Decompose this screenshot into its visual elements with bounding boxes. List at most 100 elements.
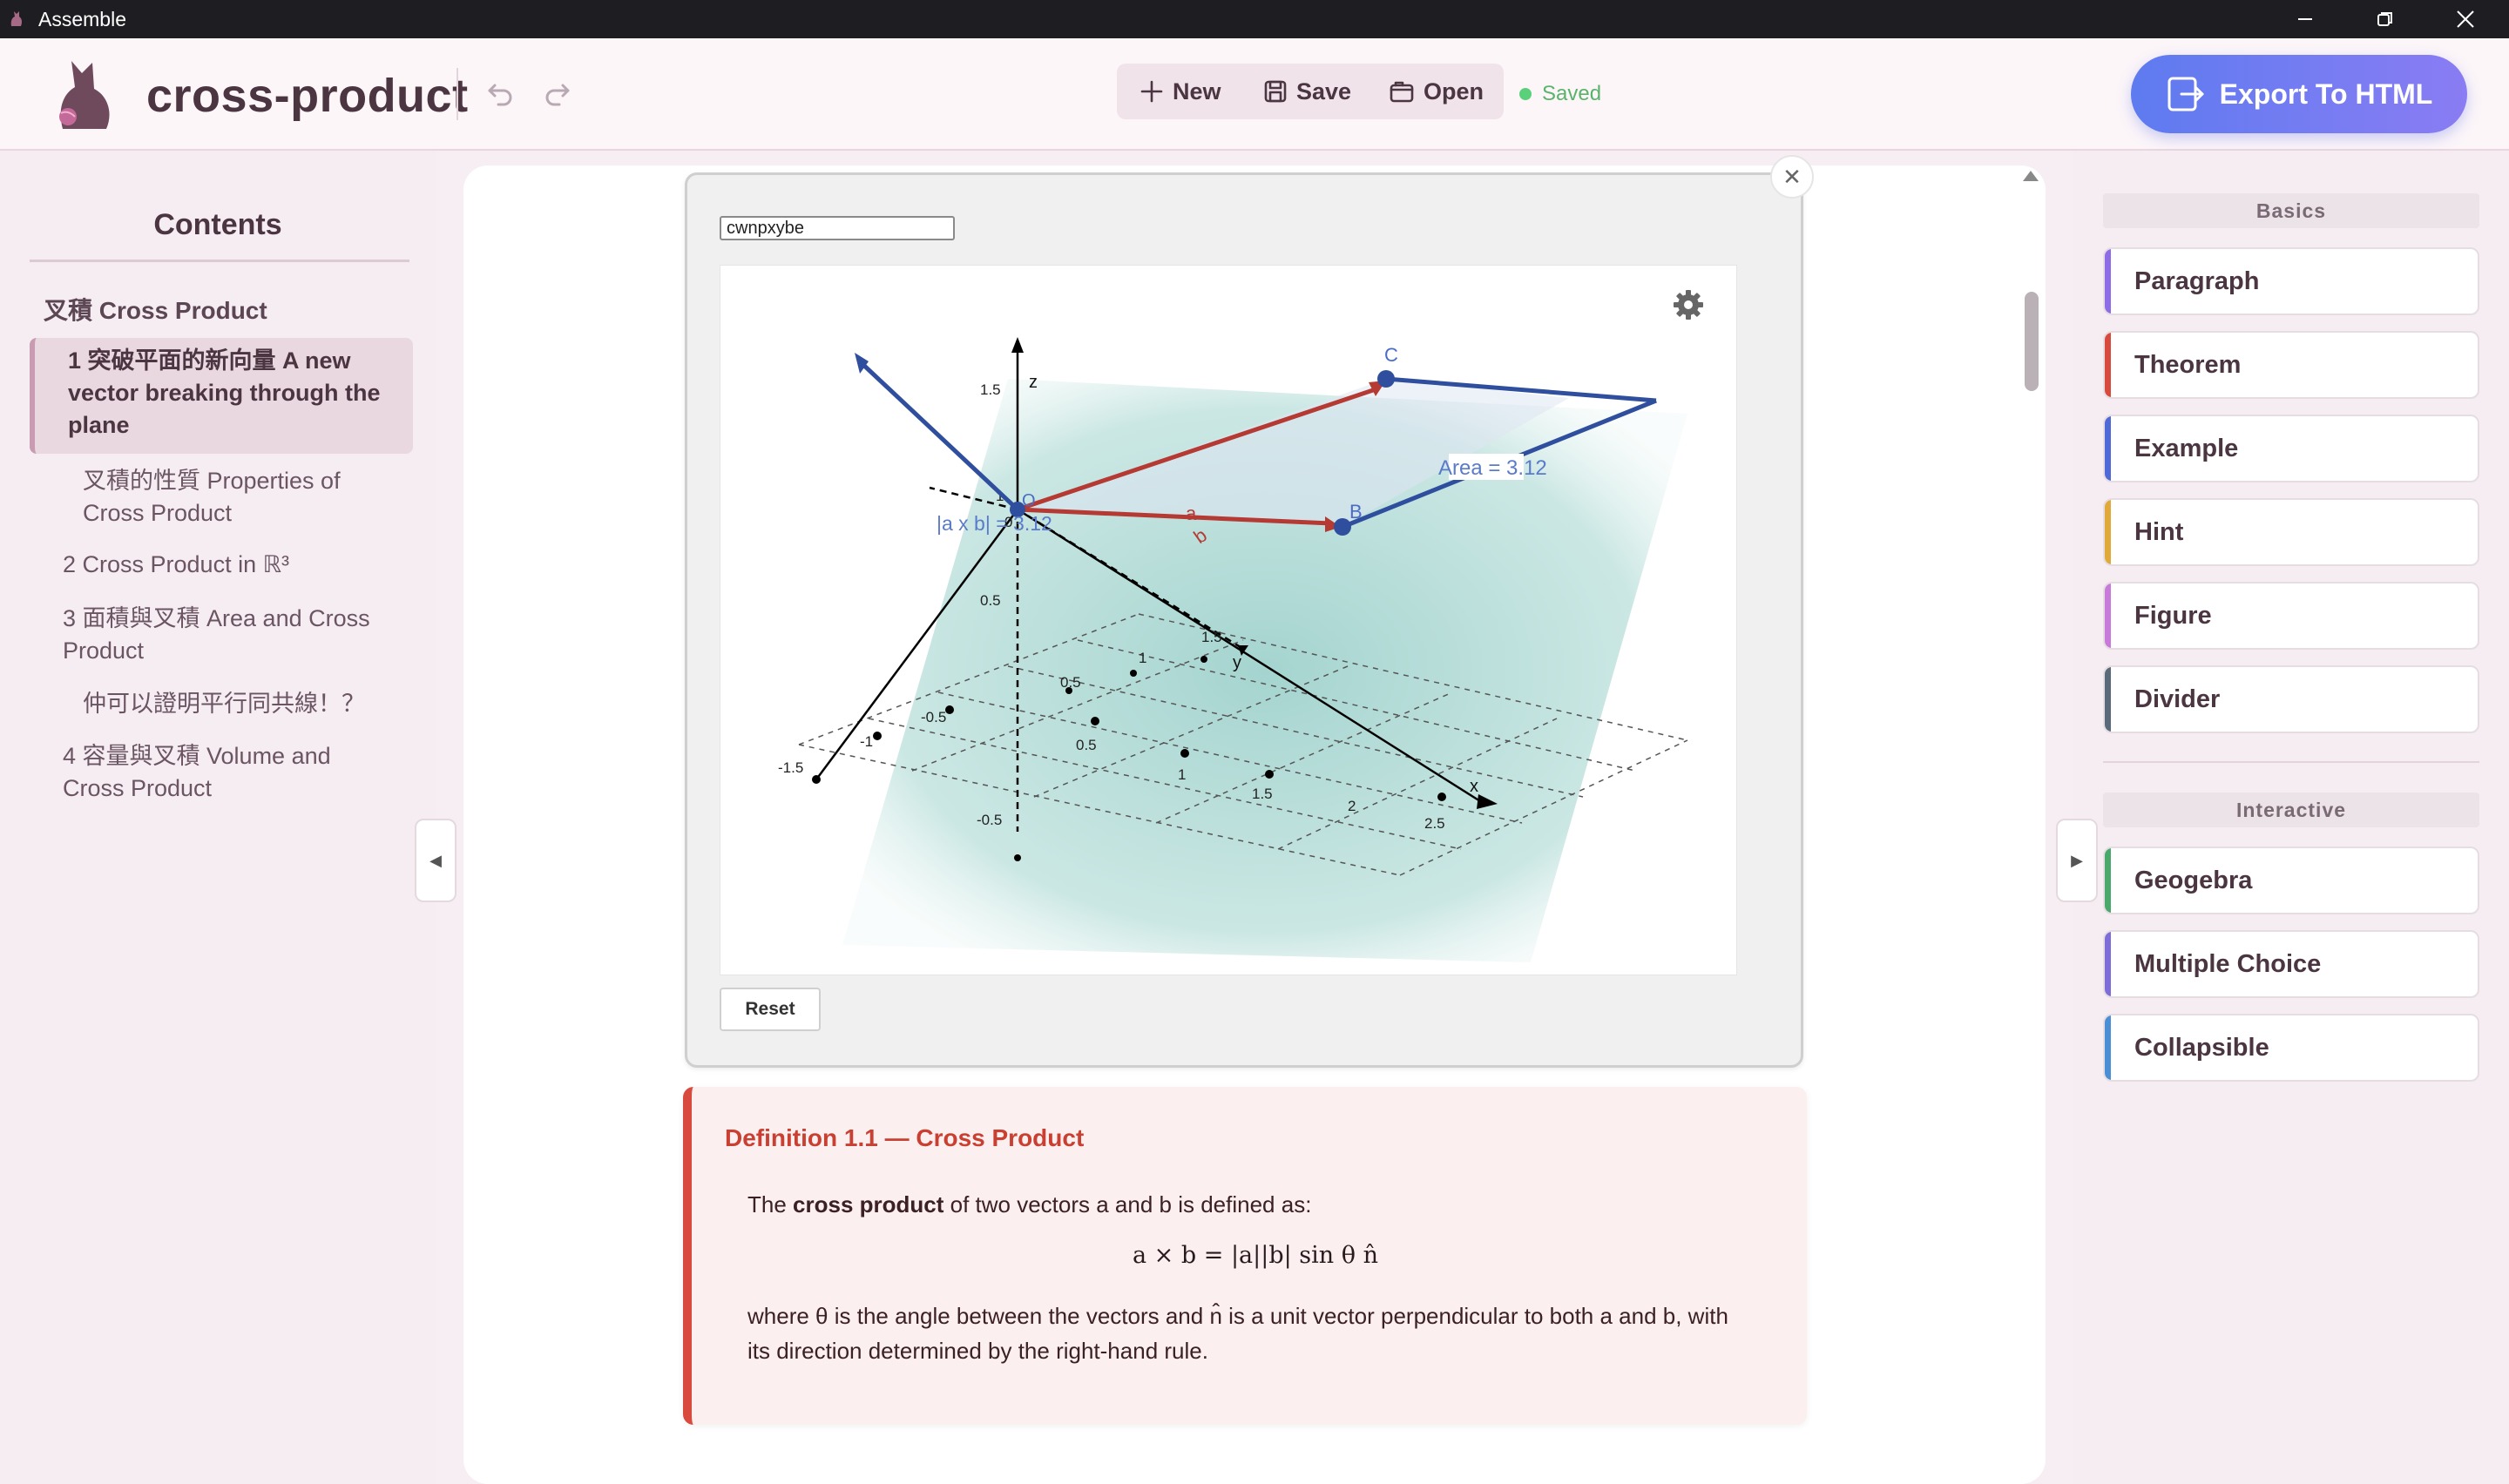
tick-z-1-5: 1.5 [980, 381, 1001, 398]
minimize-button[interactable] [2265, 0, 2345, 38]
hint-label: Hint [2134, 517, 2184, 546]
status-dot-icon [1519, 88, 1532, 100]
scrollbar-thumb[interactable] [2025, 292, 2039, 391]
save-button[interactable]: Save [1263, 64, 1351, 119]
export-label: Export To HTML [2219, 78, 2433, 110]
multiple-choice-label: Multiple Choice [2134, 949, 2322, 978]
add-figure-button[interactable]: Figure [2103, 582, 2479, 650]
restore-icon [2377, 12, 2392, 26]
point-b[interactable] [1334, 518, 1351, 536]
collapsible-label: Collapsible [2134, 1033, 2269, 1062]
app-title: Assemble [38, 8, 126, 30]
add-divider-button[interactable]: Divider [2103, 665, 2479, 733]
cat-logo-icon [59, 61, 110, 129]
open-button[interactable]: Open [1389, 64, 1484, 119]
toc-item-collinear[interactable]: 仲可以證明平行同共線！？ [83, 688, 365, 720]
save-status-label: Saved [1542, 82, 1602, 105]
figure-accent [2105, 583, 2111, 648]
add-example-button[interactable]: Example [2103, 415, 2479, 482]
add-collapsible-button[interactable]: Collapsible [2103, 1014, 2479, 1082]
paragraph-accent [2105, 249, 2111, 314]
plus-icon [1140, 80, 1163, 103]
remove-block-button[interactable]: ✕ [1770, 155, 1814, 199]
app-logo-icon [10, 11, 23, 26]
title-bar: Assemble [0, 0, 2509, 38]
header-separator [456, 68, 458, 120]
add-geogebra-button[interactable]: Geogebra [2103, 847, 2479, 914]
contents-divider [30, 260, 409, 262]
hint-accent [2105, 500, 2111, 564]
area-label: Area = 3.12 [1438, 456, 1547, 480]
minimize-icon [2298, 18, 2312, 20]
3d-plot-svg: z y x 1.5 1 0.5 0 -0.5 -1.5 -1 -0.5 0.5 … [778, 337, 1688, 962]
undo-button[interactable] [481, 75, 519, 113]
caret-right-icon: ▶ [2071, 851, 2083, 869]
open-label: Open [1424, 78, 1484, 105]
interactive-section-label: Interactive [2103, 793, 2479, 827]
reset-button[interactable]: Reset [720, 988, 821, 1031]
add-paragraph-button[interactable]: Paragraph [2103, 247, 2479, 315]
example-accent [2105, 416, 2111, 481]
tick-x-1: 1 [1178, 766, 1186, 783]
new-button[interactable]: New [1140, 64, 1221, 119]
add-theorem-button[interactable]: Theorem [2103, 331, 2479, 399]
new-label: New [1173, 78, 1221, 105]
tick-x-neg-1-5: -1.5 [778, 759, 803, 776]
scroll-up-arrow-icon[interactable] [2023, 171, 2039, 181]
folder-open-icon [1390, 81, 1414, 103]
tick-y-1-5: 1.5 [1201, 629, 1222, 645]
toc-item-section-2[interactable]: 2 Cross Product in ℝ³ [63, 549, 289, 581]
toc-item-section-4[interactable]: 4 容量與叉積 Volume and Cross Product [63, 740, 394, 805]
point-b-label: B [1349, 501, 1363, 523]
toc-item-section-3[interactable]: 3 面積與叉積 Area and Cross Product [63, 603, 394, 667]
definition-intro-bold: cross product [793, 1191, 944, 1218]
tick-y-1: 1 [1139, 650, 1146, 666]
app-header: cross-product New Save Open Saved Export… [0, 38, 2509, 151]
tick-z-0-5: 0.5 [980, 592, 1001, 609]
redo-button[interactable] [538, 75, 577, 113]
save-status: Saved [1519, 82, 1601, 106]
save-icon [1264, 80, 1287, 103]
document-title[interactable]: cross-product [146, 69, 469, 123]
tick-y-0-5: 0.5 [1060, 674, 1081, 691]
toc-item-chapter[interactable]: 叉積 Cross Product [44, 294, 267, 327]
collapsible-accent [2105, 1015, 2111, 1080]
theorem-label: Theorem [2134, 350, 2242, 379]
close-window-button[interactable] [2425, 0, 2506, 38]
geogebra-3d-graph[interactable]: z y x 1.5 1 0.5 0 -0.5 -1.5 -1 -0.5 0.5 … [720, 265, 1737, 975]
definition-explanation-2: its direction determined by the right-ha… [747, 1338, 1208, 1364]
toc-item-section-1[interactable]: 1 突破平面的新向量 A new vector breaking through… [68, 345, 399, 442]
z-axis-label: z [1029, 373, 1038, 392]
geogebra-id-input[interactable] [720, 216, 955, 240]
tick-x-1-5: 1.5 [1252, 786, 1273, 802]
file-toolbar: New Save Open [1117, 64, 1504, 119]
divider-label: Divider [2134, 685, 2221, 713]
cross-product-equation: a × b = |a||b| sin θ n̂ [1133, 1242, 1378, 1269]
point-c-label: C [1384, 344, 1398, 366]
geogebra-accent [2105, 848, 2111, 913]
tick-x-neg-1: -1 [860, 733, 873, 750]
export-icon [2167, 77, 2204, 111]
restore-button[interactable] [2345, 0, 2425, 38]
paragraph-label: Paragraph [2134, 266, 2260, 295]
collapse-blocks-panel-button[interactable]: ▶ [2056, 819, 2098, 902]
redo-icon [545, 84, 570, 106]
definition-title: Definition 1.1 — Cross Product [725, 1124, 1085, 1151]
y-axis-label: y [1233, 653, 1241, 672]
collapse-sidebar-button[interactable]: ◀ [415, 819, 456, 902]
toc-item-properties[interactable]: 叉積的性質 Properties of Cross Product [83, 465, 379, 530]
definition-intro-post: of two vectors a and b is defined as: [943, 1191, 1312, 1218]
definition-intro: The cross product of two vectors a and b… [747, 1191, 1311, 1218]
tick-x-2: 2 [1348, 798, 1356, 814]
figure-label: Figure [2134, 601, 2212, 630]
vector-a-label: a [1186, 503, 1197, 524]
point-c[interactable] [1377, 370, 1395, 388]
tick-x-2-5: 2.5 [1424, 815, 1445, 832]
export-html-button[interactable]: Export To HTML [2131, 55, 2467, 133]
multiple-choice-accent [2105, 932, 2111, 996]
caret-left-icon: ◀ [429, 851, 442, 869]
add-hint-button[interactable]: Hint [2103, 498, 2479, 566]
divider-accent [2105, 667, 2111, 732]
add-multiple-choice-button[interactable]: Multiple Choice [2103, 930, 2479, 998]
settings-gear-icon[interactable] [1671, 287, 1706, 322]
